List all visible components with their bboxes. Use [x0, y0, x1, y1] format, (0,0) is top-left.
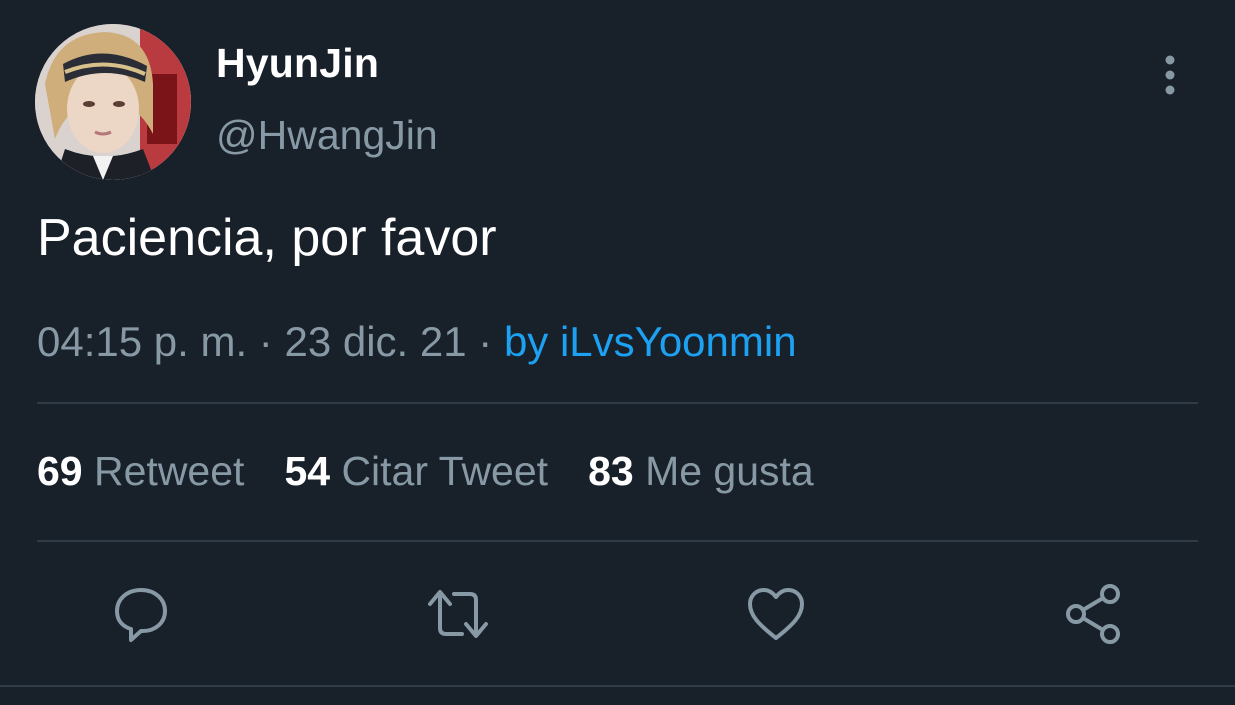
stat-label: Retweet: [94, 448, 245, 494]
divider: [37, 540, 1198, 542]
like-count[interactable]: 83 Me gusta: [588, 448, 814, 495]
tweet-text: Paciencia, por favor: [37, 209, 497, 267]
separator: ·: [478, 318, 493, 365]
tweet-time: 04:15 p. m.: [37, 318, 248, 365]
tweet-date: 23 dic. 21: [284, 318, 467, 365]
display-name[interactable]: HyunJin: [216, 40, 379, 87]
stat-label: Me gusta: [645, 448, 814, 494]
tweet-source-link[interactable]: by iLvsYoonmin: [504, 318, 797, 365]
divider: [37, 402, 1198, 404]
like-icon[interactable]: [746, 584, 806, 644]
share-icon[interactable]: [1064, 584, 1124, 644]
retweet-icon[interactable]: [426, 584, 488, 644]
stat-count: 69: [37, 448, 83, 494]
tweet-metadata: 04:15 p. m. · 23 dic. 21 · by iLvsYoonmi…: [37, 318, 797, 366]
stat-count: 54: [284, 448, 331, 494]
more-options-icon[interactable]: [1155, 54, 1185, 96]
stat-count: 83: [588, 448, 634, 494]
stat-label: Citar Tweet: [341, 448, 549, 494]
retweet-count[interactable]: 69 Retweet: [37, 448, 244, 495]
reply-icon[interactable]: [111, 584, 171, 644]
tweet-stats: 69 Retweet 54 Citar Tweet 83 Me gusta: [37, 448, 814, 495]
divider: [0, 685, 1235, 687]
avatar-image: [35, 24, 191, 180]
user-handle[interactable]: @HwangJin: [216, 112, 438, 159]
quote-tweet-count[interactable]: 54 Citar Tweet: [284, 448, 548, 495]
separator: ·: [258, 318, 273, 365]
avatar[interactable]: [35, 24, 191, 180]
tweet-detail: HyunJin @HwangJin Paciencia, por favor 0…: [0, 0, 1235, 705]
